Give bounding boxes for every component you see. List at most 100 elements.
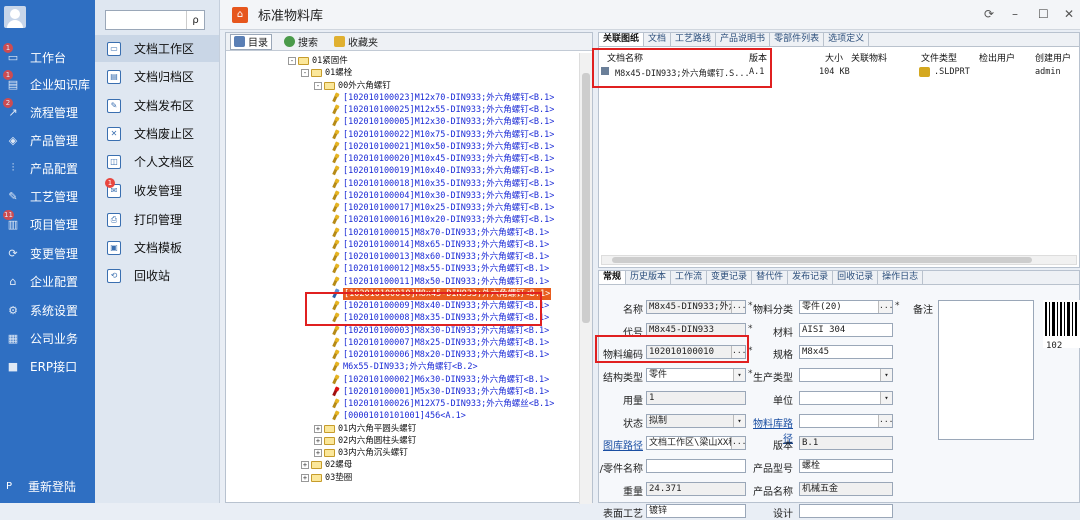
sub-item-7[interactable]: ▣ 文档模板 — [95, 234, 219, 261]
drawpath-label[interactable]: 图库路径 — [599, 437, 643, 452]
tree-item[interactable]: [102010100009]M8x40-DIN933;外六角螺钉<B.1> — [330, 300, 549, 312]
tab-prop-0[interactable]: 常规 — [599, 271, 627, 284]
tree-item[interactable]: [102010100023]M12x70-DIN933;外六角螺钉<B.1> — [330, 92, 554, 104]
collapse-icon[interactable]: - — [301, 69, 309, 78]
mat-field[interactable]: AISI 304 — [799, 322, 893, 337]
tree-folder[interactable]: - 00外六角螺钉 — [314, 80, 391, 92]
tab-doc-0[interactable]: 关联图纸 — [599, 33, 645, 46]
nav-item-7[interactable]: ⟳ 变更管理 — [0, 240, 95, 266]
tab-prop-7[interactable]: 操作日志 — [878, 271, 924, 284]
sub-item-1[interactable]: ▤ 文档归档区 — [95, 63, 219, 90]
sub-item-5[interactable]: ✉ 1 收发管理 — [95, 177, 219, 204]
tree-item[interactable]: [102010100001]M5x30-DIN933;外六角螺钉<B.1> — [330, 386, 549, 398]
tab-catalog[interactable]: 目录 — [230, 33, 272, 50]
collapse-icon[interactable]: - — [288, 57, 296, 65]
tree-folder[interactable]: +01内六角平圆头螺钉 — [314, 423, 416, 435]
expand-icon[interactable]: + — [314, 424, 322, 433]
prodtype-field[interactable]: ▾ — [799, 368, 893, 383]
tree-item[interactable]: [102010100015]M8x70-DIN933;外六角螺钉<B.1> — [330, 227, 549, 239]
tree-item[interactable]: [102010100019]M10x40-DIN933;外六角螺钉<B.1> — [330, 165, 554, 177]
partname-field[interactable] — [646, 458, 746, 473]
nav-item-11[interactable]: ■ ERP接口 — [0, 353, 95, 379]
weight-field[interactable]: 24.371 — [646, 481, 746, 496]
tree-folder[interactable]: +03内六角沉头螺钉 — [314, 447, 408, 459]
expand-icon[interactable]: + — [301, 461, 309, 470]
note-field[interactable] — [938, 300, 1034, 440]
chevron-down-icon[interactable]: ▾ — [880, 391, 892, 404]
tree-item[interactable]: [102010100006]M8x20-DIN933;外六角螺钉<B.1> — [330, 349, 549, 361]
sub-item-2[interactable]: ✎ 文档发布区 — [95, 92, 219, 119]
tab-prop-3[interactable]: 变更记录 — [707, 271, 753, 284]
close-button[interactable]: ✕ — [1064, 7, 1074, 21]
browse-button[interactable]: ... — [731, 437, 745, 450]
browse-button[interactable]: ... — [731, 346, 745, 359]
tree-scrollbar[interactable] — [579, 53, 592, 504]
tree-folder[interactable]: - 01螺栓 — [301, 67, 352, 79]
tree-item[interactable]: [102010100022]M10x75-DIN933;外六角螺钉<B.1> — [330, 129, 554, 141]
relogin-button[interactable]: P 重新登陆 — [6, 478, 76, 495]
tab-doc-5[interactable]: 选项定义 — [824, 33, 870, 46]
tree-item[interactable]: [102010100008]M8x35-DIN933;外六角螺钉<B.1> — [330, 312, 549, 324]
version-field[interactable]: B.1 — [799, 436, 893, 451]
tree-item[interactable]: [102010100004]M10x30-DIN933;外六角螺钉<B.1> — [330, 190, 554, 202]
prodmodel-field[interactable]: 螺栓 — [799, 458, 893, 473]
nav-item-3[interactable]: ◈ 产品管理 — [0, 127, 95, 153]
tab-prop-4[interactable]: 替代件 — [752, 271, 789, 284]
struct-field[interactable]: 零件 ▾ — [646, 368, 746, 383]
expand-icon[interactable]: + — [301, 473, 309, 482]
nav-item-8[interactable]: ⌂ 企业配置 — [0, 268, 95, 294]
code-field[interactable]: M8x45-DIN933 — [646, 322, 746, 337]
tree-item[interactable]: [00001010101001]456<A.1> — [330, 410, 466, 422]
tree-folder[interactable]: +03垫圈 — [301, 472, 352, 484]
sub-item-8[interactable]: ⟲ 回收站 — [95, 262, 219, 289]
qty-field[interactable]: 1 — [646, 390, 746, 405]
nav-item-9[interactable]: ⚙ 系统设置 — [0, 297, 95, 323]
drawpath-field[interactable]: 文档工作区\梁山XX科...... — [646, 436, 746, 451]
unit-field[interactable]: ▾ — [799, 390, 893, 405]
tree-item[interactable]: [102010100018]M10x35-DIN933;外六角螺钉<B.1> — [330, 178, 554, 190]
tab-prop-5[interactable]: 发布记录 — [788, 271, 834, 284]
tab-doc-3[interactable]: 产品说明书 — [716, 33, 771, 46]
tree-folder[interactable]: +02螺母 — [301, 459, 352, 471]
tree-item[interactable]: [102010100017]M10x25-DIN933;外六角螺钉<B.1> — [330, 202, 554, 214]
tree-item[interactable]: M6x55-DIN933;外六角螺钉<B.2> — [330, 361, 478, 373]
state-field[interactable]: 拟制 ▾ — [646, 413, 746, 428]
tree-folder[interactable]: - 01紧固件 — [288, 55, 348, 67]
tree-item[interactable]: [102010100016]M10x20-DIN933;外六角螺钉<B.1> — [330, 214, 554, 226]
tree-item[interactable]: [102010100005]M12x30-DIN933;外六角螺钉<B.1> — [330, 116, 554, 128]
search-input[interactable]: ρ — [105, 10, 205, 30]
search-icon[interactable]: ρ — [186, 11, 204, 29]
sub-item-4[interactable]: ◫ 个人文档区 — [95, 148, 219, 175]
prodname-field[interactable]: 机械五金 — [799, 481, 893, 496]
tree-item[interactable]: [102010100012]M8x55-DIN933;外六角螺钉<B.1> — [330, 263, 549, 275]
nav-item-2[interactable]: ↗ 2 流程管理 — [0, 98, 95, 125]
tree-item[interactable]: [102010100021]M10x50-DIN933;外六角螺钉<B.1> — [330, 141, 554, 153]
tab-favorites[interactable]: 收藏夹 — [330, 34, 382, 50]
tree-item[interactable]: [102010100003]M8x30-DIN933;外六角螺钉<B.1> — [330, 325, 549, 337]
tree-item[interactable]: [102010100026]M12X75-DIN933;外六角螺丝<B.1> — [330, 398, 554, 410]
spec-field[interactable]: M8x45 — [799, 345, 893, 360]
cat-field[interactable]: 零件(20)... — [799, 300, 893, 314]
browse-button[interactable]: ... — [878, 414, 892, 427]
sub-item-3[interactable]: ✕ 文档废止区 — [95, 120, 219, 147]
maximize-button[interactable]: ☐ — [1038, 7, 1049, 21]
material-tree[interactable]: -01紧固件 -01螺栓 -00外六角螺钉 [102010100023]M12x70-… — [226, 53, 580, 504]
name-field[interactable]: M8x45-DIN933;外六角螺钉... — [646, 300, 746, 314]
grid-hscrollbar[interactable] — [601, 255, 1077, 265]
refresh-icon[interactable]: ⟳ — [984, 7, 994, 21]
tree-folder[interactable]: +02内六角圆柱头螺钉 — [314, 435, 416, 447]
nav-item-5[interactable]: ✎ 工艺管理 — [0, 183, 95, 209]
expand-icon[interactable]: + — [314, 449, 322, 457]
sub-item-6[interactable]: ⎙ 打印管理 — [95, 206, 219, 233]
sub-item-0[interactable]: ▭ 文档工作区 — [95, 35, 219, 62]
minimize-button[interactable]: – — [1012, 7, 1018, 21]
tree-item[interactable]: [102010100013]M8x60-DIN933;外六角螺钉<B.1> — [330, 251, 549, 263]
chevron-down-icon[interactable]: ▾ — [733, 369, 745, 382]
avatar[interactable] — [4, 6, 26, 28]
tree-item[interactable]: [102010100010]M8x45-DIN933;外六角螺钉<B.1> — [330, 287, 552, 300]
tab-prop-6[interactable]: 回收记录 — [833, 271, 879, 284]
surface-field[interactable]: 镀锌 — [646, 504, 746, 519]
tab-doc-1[interactable]: 文档 — [644, 33, 672, 46]
tree-item[interactable]: [102010100020]M10x45-DIN933;外六角螺钉<B.1> — [330, 153, 554, 165]
tab-doc-4[interactable]: 零部件列表 — [770, 33, 825, 46]
